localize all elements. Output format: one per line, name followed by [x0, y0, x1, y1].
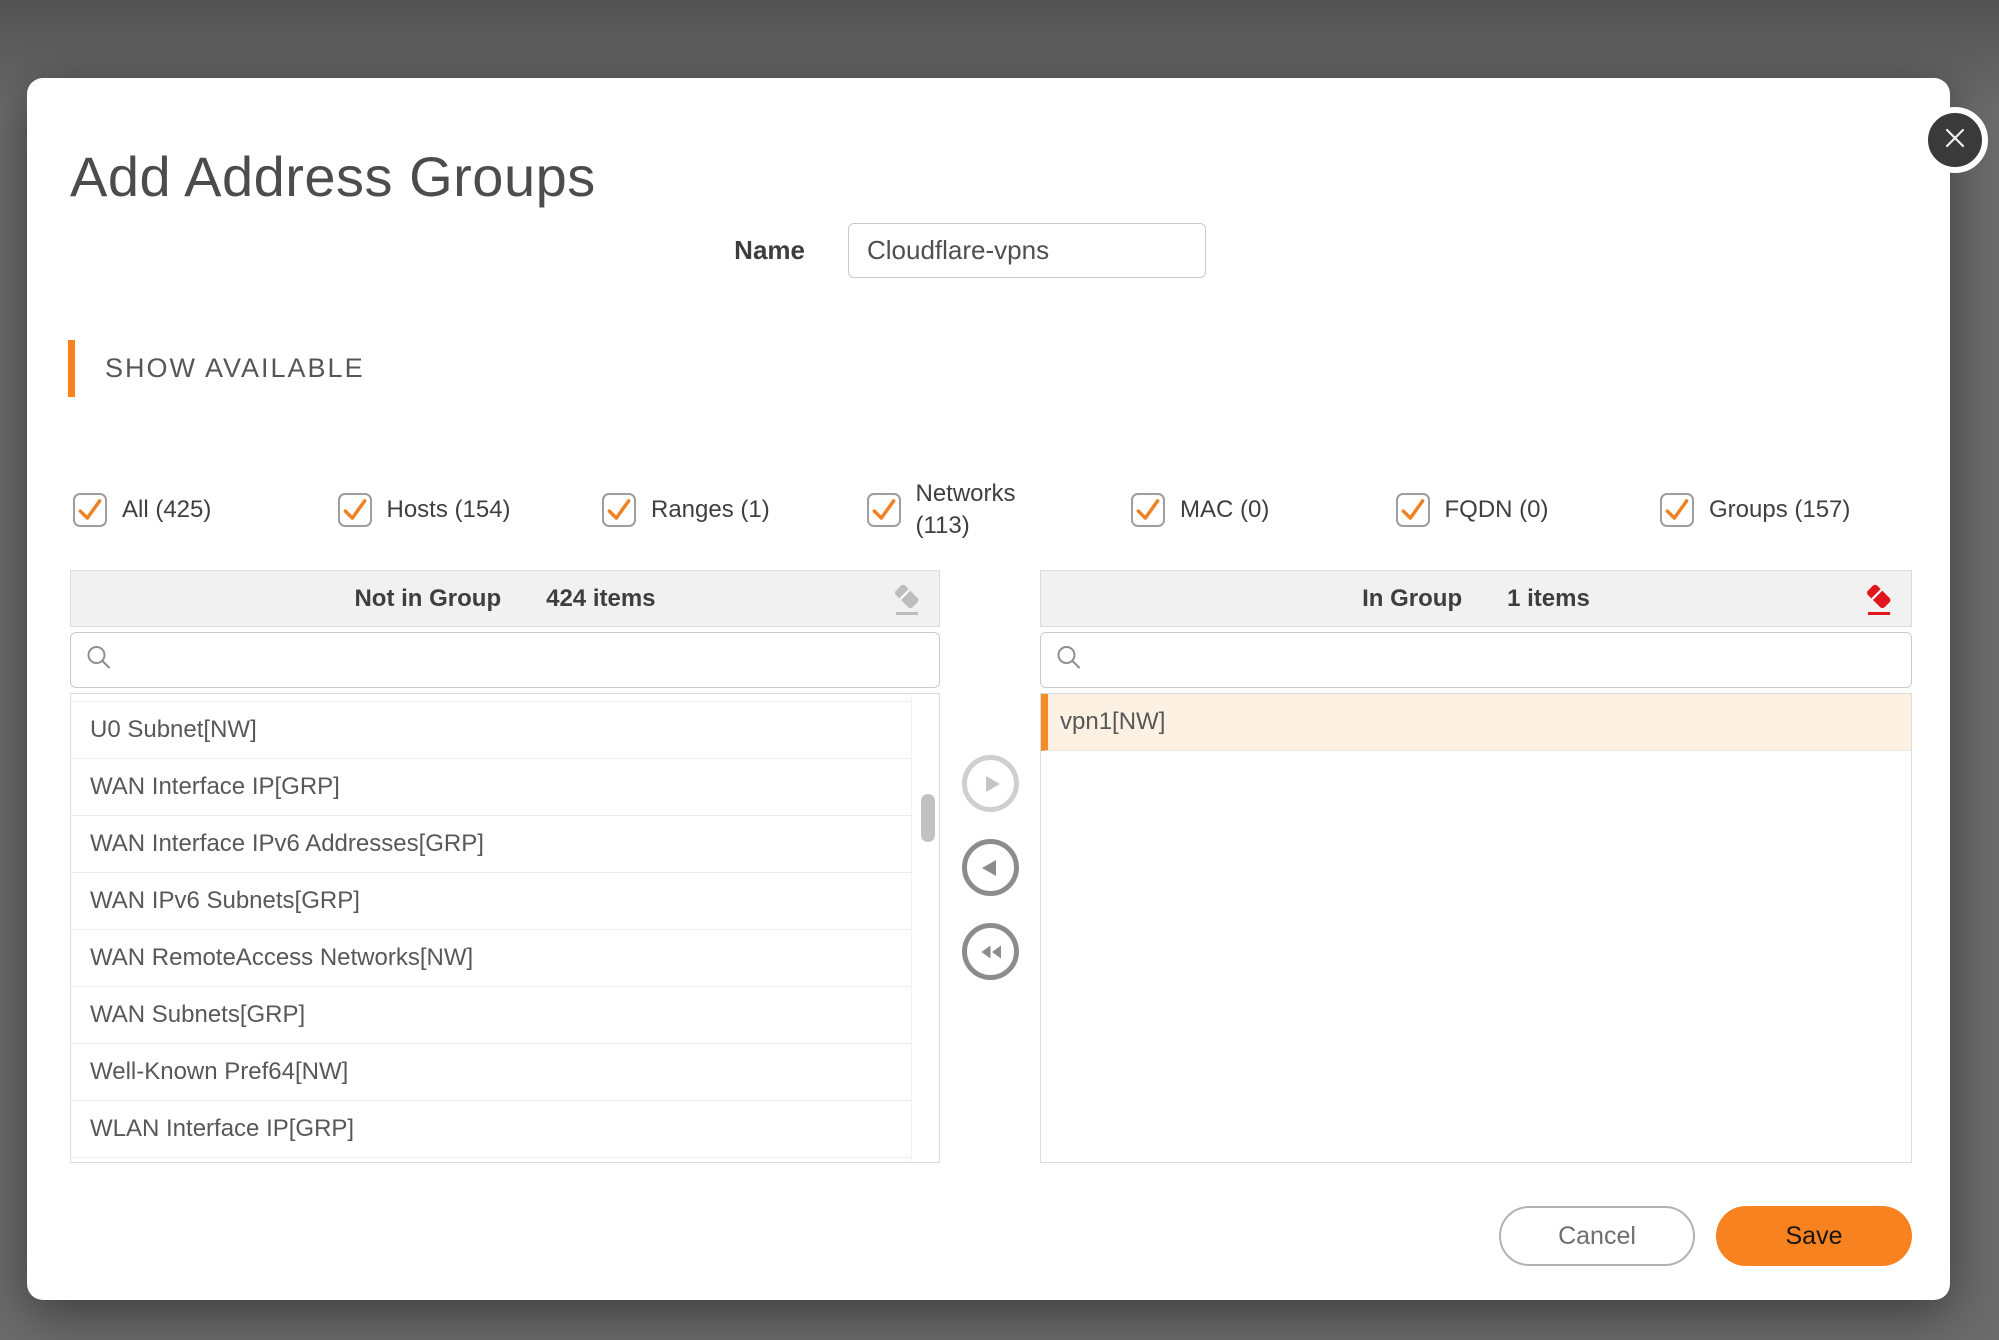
not-in-group-list: U0 Subnet[NW] WAN Interface IP[GRP] WAN … [70, 693, 940, 1163]
filter-checkbox[interactable]: Hosts (154) [338, 468, 603, 552]
not-in-group-count: 424 items [546, 585, 655, 613]
filter-label: Ranges (1) [651, 494, 770, 526]
filter-checkbox-row: All (425) Hosts (154) [73, 468, 1925, 552]
in-group-search-input[interactable] [1040, 632, 1912, 688]
show-available-heading: SHOW AVAILABLE [105, 340, 365, 397]
arrow-left-icon [977, 854, 1005, 882]
list-item[interactable]: WAN Subnets[GRP] [71, 987, 911, 1044]
filter-label: Groups (157) [1709, 494, 1850, 526]
filter-checkbox[interactable]: FQDN (0) [1396, 468, 1661, 552]
page-title: Add Address Groups [70, 144, 596, 209]
checkbox-checked-icon[interactable] [1660, 493, 1694, 527]
filter-label: Hosts (154) [387, 494, 511, 526]
filter-label: MAC (0) [1180, 494, 1269, 526]
screen-backdrop: Add Address Groups Name SHOW AVAILABLE A… [0, 0, 1999, 1340]
checkbox-checked-icon[interactable] [1131, 493, 1165, 527]
move-right-button[interactable] [962, 755, 1019, 812]
not-in-group-panel: Not in Group 424 items [70, 570, 940, 1163]
double-arrow-left-icon [977, 938, 1005, 966]
in-group-panel: In Group 1 items [1040, 570, 1912, 1163]
in-group-title: In Group [1362, 585, 1462, 613]
add-address-groups-dialog: Add Address Groups Name SHOW AVAILABLE A… [27, 78, 1950, 1300]
not-in-group-header: Not in Group 424 items [70, 570, 940, 627]
close-button[interactable] [1922, 107, 1988, 173]
checkbox-checked-icon[interactable] [73, 493, 107, 527]
scrollbar-thumb[interactable] [921, 794, 935, 842]
filter-checkbox[interactable]: All (425) [73, 468, 338, 552]
filter-label: All (425) [122, 494, 211, 526]
not-in-group-title: Not in Group [354, 585, 501, 613]
checkbox-checked-icon[interactable] [602, 493, 636, 527]
in-group-list: vpn1[NW] [1040, 693, 1912, 1163]
cancel-button[interactable]: Cancel [1499, 1206, 1695, 1266]
scrollbar-track [911, 694, 912, 1162]
clear-left-list-button[interactable] [889, 580, 925, 618]
eraser-icon [1862, 581, 1896, 617]
filter-checkbox[interactable]: Networks (113) [867, 468, 1132, 552]
move-all-left-button[interactable] [962, 923, 1019, 980]
list-item[interactable]: Well-Known Pref64[NW] [71, 1044, 911, 1101]
transfer-controls [962, 755, 1019, 980]
filter-checkbox[interactable]: MAC (0) [1131, 468, 1396, 552]
name-input[interactable] [848, 223, 1206, 278]
list-item[interactable]: WAN Interface IP[GRP] [71, 759, 911, 816]
filter-label: FQDN (0) [1445, 494, 1549, 526]
checkbox-checked-icon[interactable] [338, 493, 372, 527]
in-group-count: 1 items [1507, 585, 1590, 613]
arrow-right-icon [977, 770, 1005, 798]
in-group-header: In Group 1 items [1040, 570, 1912, 627]
filter-checkbox[interactable]: Ranges (1) [602, 468, 867, 552]
name-field-label: Name [687, 223, 805, 278]
eraser-icon [890, 581, 924, 617]
list-item[interactable]: WLAN Interface IP[GRP] [71, 1101, 911, 1158]
close-icon [1940, 123, 1970, 158]
filter-checkbox[interactable]: Groups (157) [1660, 468, 1925, 552]
partially-scrolled-row [71, 694, 911, 702]
list-item[interactable]: WAN IPv6 Subnets[GRP] [71, 873, 911, 930]
section-accent-bar [68, 340, 75, 397]
list-item[interactable]: WAN Interface IPv6 Addresses[GRP] [71, 816, 911, 873]
selected-list-item[interactable]: vpn1[NW] [1041, 694, 1911, 751]
clear-right-list-button[interactable] [1861, 580, 1897, 618]
move-left-button[interactable] [962, 839, 1019, 896]
save-button[interactable]: Save [1716, 1206, 1912, 1266]
checkbox-checked-icon[interactable] [867, 493, 901, 527]
not-in-group-search-input[interactable] [70, 632, 940, 688]
checkbox-checked-icon[interactable] [1396, 493, 1430, 527]
list-item[interactable]: WAN RemoteAccess Networks[NW] [71, 930, 911, 987]
filter-label: Networks (113) [916, 478, 1030, 543]
list-item[interactable]: U0 Subnet[NW] [71, 702, 911, 759]
